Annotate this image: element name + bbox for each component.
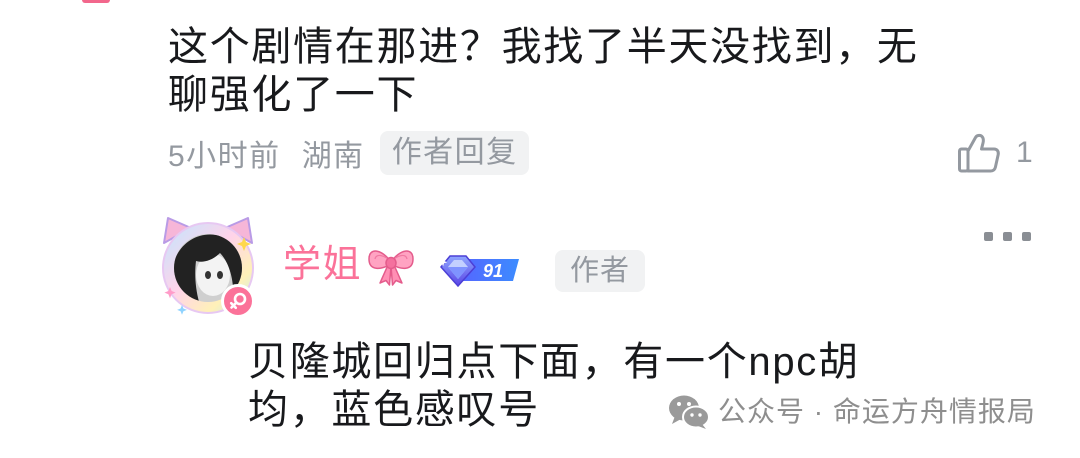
previous-item-badge-fragment [82, 0, 110, 3]
watermark-text: 公众号 · 命运方舟情报局 [718, 396, 1036, 427]
comment-meta: 5小时前 湖南 作者回复 [168, 130, 529, 176]
watermark: 公众号 · 命运方舟情报局 [668, 393, 1036, 431]
level-badge: 91 [439, 255, 519, 288]
wechat-icon [669, 395, 710, 429]
author-reply-badge: 作者回复 [379, 131, 529, 175]
like-button[interactable]: 1 [957, 131, 1033, 175]
female-icon [229, 292, 247, 310]
more-dot [1022, 232, 1031, 241]
username[interactable]: 学姐 [283, 240, 362, 290]
comment-text: 这个剧情在那进？我找了半天没找到，无聊强化了一下 [168, 25, 919, 117]
comment-section: 这个剧情在那进？我找了半天没找到，无聊强化了一下 5小时前 湖南 作者回复 1 [0, 0, 1080, 458]
comment-location: 湖南 [301, 140, 365, 173]
more-dot [984, 232, 993, 241]
more-dot [1003, 232, 1012, 241]
author-badge: 作者 [555, 250, 645, 292]
bow-emoji-icon [368, 250, 414, 286]
level-number: 91 [483, 261, 503, 281]
thumbs-up-icon [958, 133, 1000, 173]
comment-time: 5小时前 [168, 140, 281, 173]
more-icon[interactable] [984, 232, 1031, 241]
like-count: 1 [1016, 136, 1033, 169]
gender-badge [221, 284, 255, 318]
